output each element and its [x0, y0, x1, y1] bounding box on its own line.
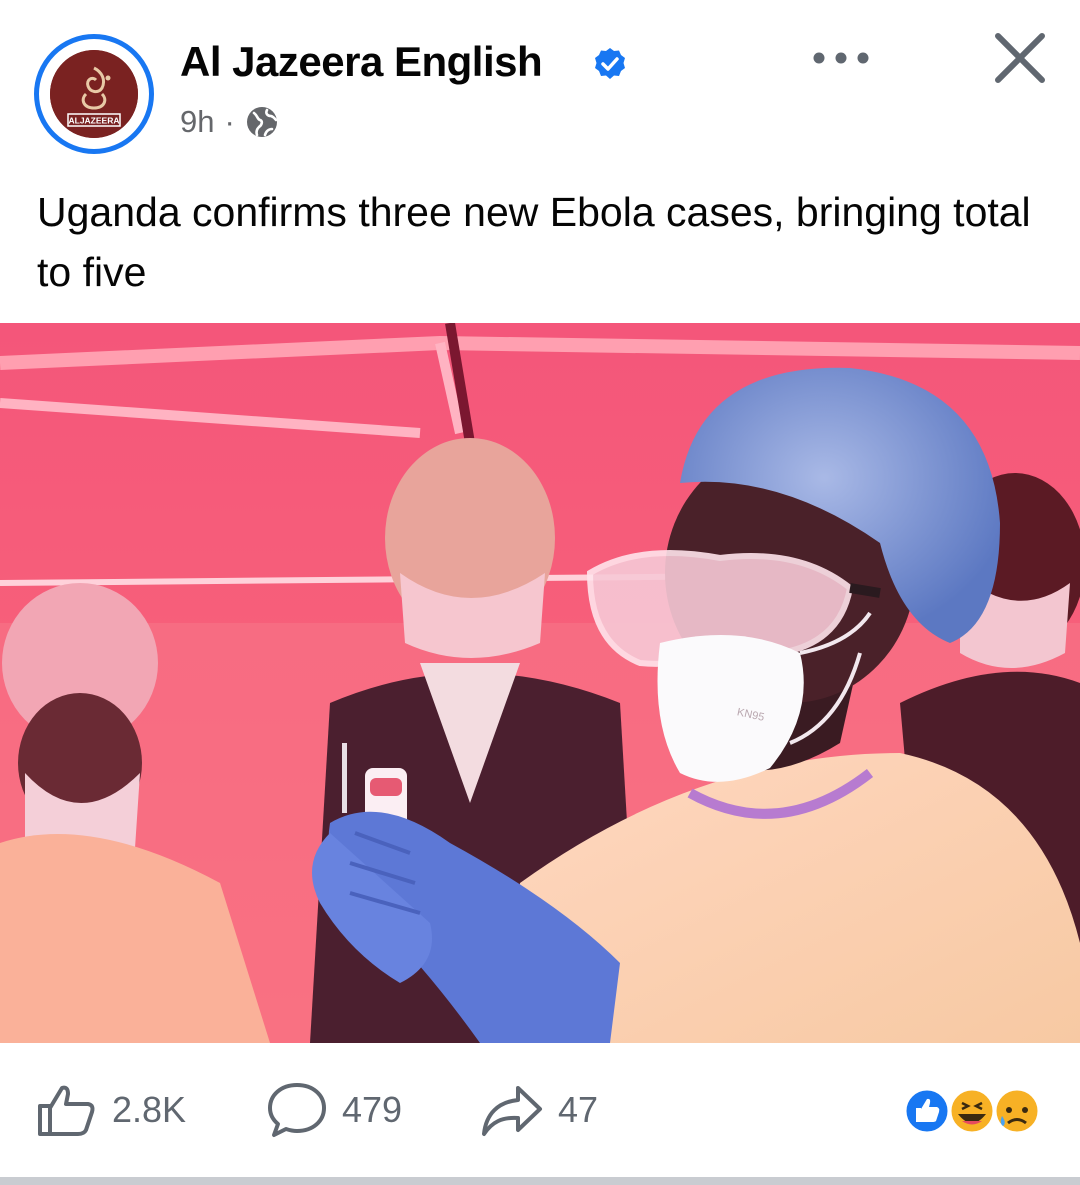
post-photo[interactable]: KN95: [0, 323, 1080, 1043]
post-divider: [0, 1177, 1080, 1185]
haha-reaction-icon: [948, 1087, 996, 1135]
globe-icon: [245, 105, 279, 139]
meta-separator: ·: [224, 104, 235, 139]
share-count: 47: [558, 1089, 599, 1130]
post-actions-bar: 2.8K 479 47: [0, 1060, 1080, 1160]
thumbs-up-icon: [38, 1085, 95, 1136]
like-count: 2.8K: [112, 1089, 187, 1130]
close-button[interactable]: [990, 28, 1050, 88]
post-header: ALJAZEERA Al Jazeera English 9h ·: [0, 0, 1080, 170]
comment-button[interactable]: 479: [266, 1080, 402, 1140]
share-button[interactable]: 47: [480, 1080, 598, 1140]
reaction-summary[interactable]: [892, 1086, 1042, 1136]
comment-count: 479: [342, 1089, 403, 1130]
more-dots-icon: [813, 52, 869, 64]
share-arrow-icon: [482, 1086, 542, 1136]
post-time[interactable]: 9h: [180, 104, 214, 140]
avatar-text: ALJAZEERA: [68, 116, 119, 126]
close-icon: [995, 33, 1045, 83]
verified-badge-icon: [592, 46, 628, 87]
like-button[interactable]: 2.8K: [36, 1080, 186, 1140]
sad-reaction-icon: [993, 1087, 1041, 1135]
aljazeera-logo: ALJAZEERA: [50, 50, 138, 138]
comment-bubble-icon: [268, 1083, 326, 1137]
more-options-button[interactable]: [806, 40, 876, 76]
post-caption: Uganda confirms three new Ebola cases, b…: [37, 189, 1031, 295]
page-avatar[interactable]: ALJAZEERA: [34, 34, 154, 154]
page-name[interactable]: Al Jazeera English: [180, 38, 543, 86]
like-reaction-icon: [903, 1087, 951, 1135]
post-meta: 9h ·: [180, 104, 279, 140]
